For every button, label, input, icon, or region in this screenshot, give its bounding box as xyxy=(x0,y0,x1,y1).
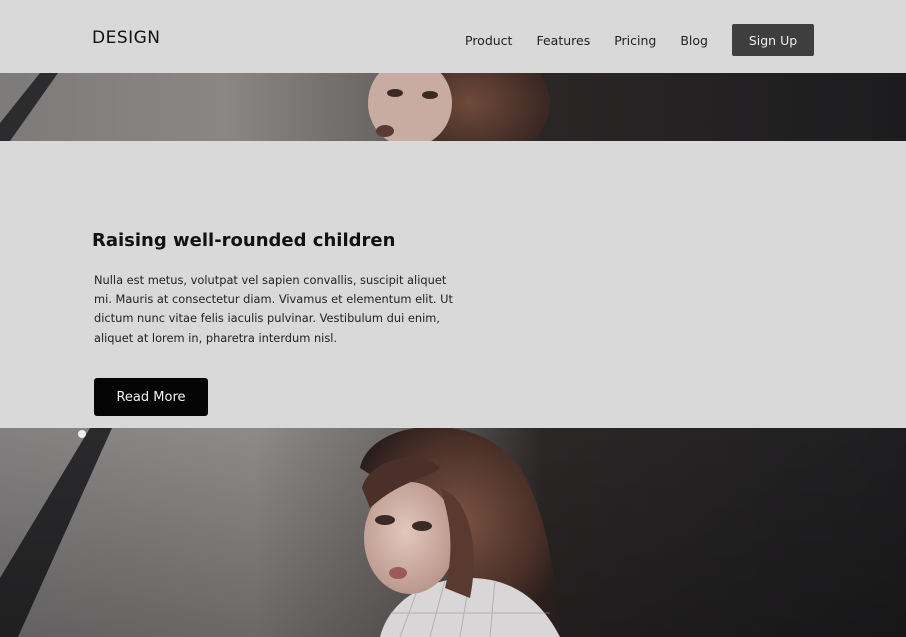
hero-image-bottom xyxy=(0,428,906,637)
nav-link-product[interactable]: Product xyxy=(465,33,512,48)
nav-link-blog[interactable]: Blog xyxy=(680,33,708,48)
article-title: Raising well-rounded children xyxy=(92,230,396,251)
main-nav: Product Features Pricing Blog Sign Up xyxy=(465,24,814,56)
article-body: Nulla est metus, volutpat vel sapien con… xyxy=(94,273,453,345)
article-section: Raising well-rounded children Nulla est … xyxy=(0,141,906,428)
read-more-button[interactable]: Read More xyxy=(94,378,208,416)
logo[interactable]: DESIGN xyxy=(92,28,161,48)
sign-up-button[interactable]: Sign Up xyxy=(732,24,814,56)
nav-link-features[interactable]: Features xyxy=(536,33,590,48)
hero-image-top xyxy=(0,73,906,141)
site-header: DESIGN Product Features Pricing Blog Sig… xyxy=(0,0,906,73)
nav-link-pricing[interactable]: Pricing xyxy=(614,33,656,48)
